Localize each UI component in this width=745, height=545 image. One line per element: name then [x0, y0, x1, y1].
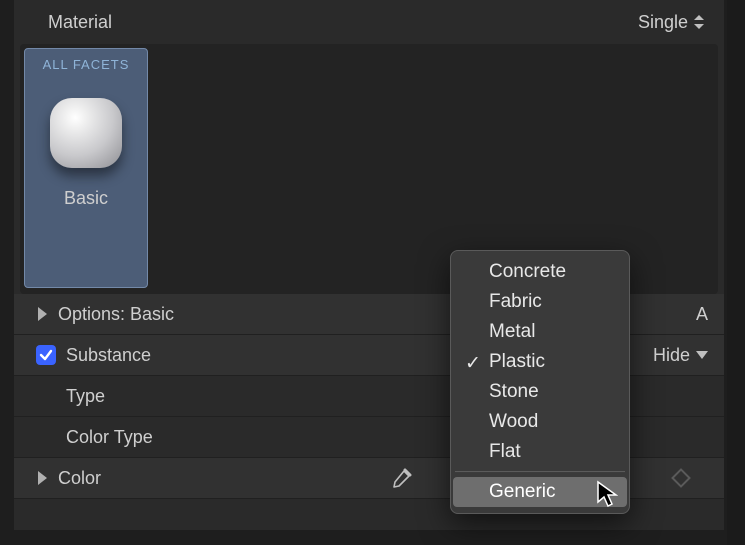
right-gutter — [727, 0, 745, 545]
hide-label: Hide — [653, 345, 690, 366]
material-header: Material Single — [14, 0, 724, 38]
menu-item-stone[interactable]: Stone — [453, 377, 627, 407]
menu-item-label: Flat — [489, 441, 521, 463]
menu-item-label: Fabric — [489, 291, 542, 313]
substance-hide-button[interactable]: Hide — [653, 345, 708, 366]
facet-tile-all[interactable]: ALL FACETS Basic — [24, 48, 148, 288]
options-right-clipped: A — [696, 304, 708, 325]
menu-item-wood[interactable]: Wood — [453, 407, 627, 437]
substance-checkbox[interactable] — [36, 345, 56, 365]
checkmark-icon: ✓ — [465, 352, 481, 375]
menu-item-flat[interactable]: Flat — [453, 437, 627, 467]
material-mode-dropdown[interactable]: Single — [638, 12, 704, 33]
menu-item-label: Metal — [489, 321, 535, 343]
eyedropper-icon[interactable] — [390, 468, 412, 490]
menu-item-metal[interactable]: Metal — [453, 317, 627, 347]
menu-item-label: Concrete — [489, 261, 566, 283]
material-preview-thumbnail — [40, 86, 132, 178]
checkmark-icon — [39, 348, 53, 362]
menu-item-concrete[interactable]: Concrete — [453, 257, 627, 287]
material-mode-label: Single — [638, 12, 688, 33]
mouse-cursor-icon — [596, 480, 618, 508]
material-title: Material — [48, 12, 638, 33]
menu-item-label: Stone — [489, 381, 539, 403]
disclosure-triangle-icon[interactable] — [36, 471, 50, 485]
facet-name-label: Basic — [25, 188, 147, 209]
chevron-down-icon — [696, 351, 708, 359]
menu-item-label: Wood — [489, 411, 538, 433]
menu-item-label: Plastic — [489, 351, 545, 373]
menu-item-label: Generic — [489, 481, 556, 503]
facet-header-label: ALL FACETS — [25, 57, 147, 72]
menu-item-plastic[interactable]: ✓ Plastic — [453, 347, 627, 377]
menu-item-fabric[interactable]: Fabric — [453, 287, 627, 317]
substance-type-menu[interactable]: Concrete Fabric Metal ✓ Plastic Stone Woo… — [450, 250, 630, 514]
updown-icon — [694, 15, 704, 29]
material-preview-cube — [50, 98, 122, 168]
menu-separator — [455, 471, 625, 473]
disclosure-triangle-icon[interactable] — [36, 307, 50, 321]
